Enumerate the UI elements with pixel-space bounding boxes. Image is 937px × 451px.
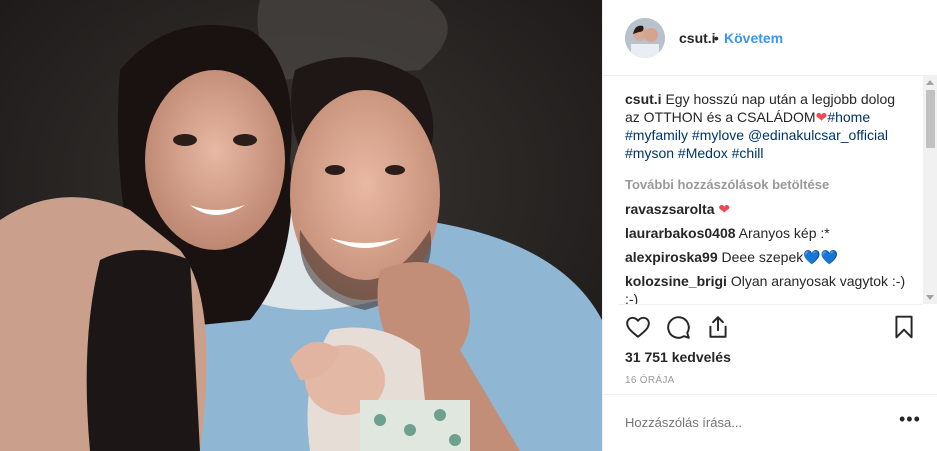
hashtag-medox[interactable]: #Medox <box>678 145 728 161</box>
caption-username[interactable]: csut.i <box>625 91 662 107</box>
load-more-comments-button[interactable]: További hozzászólások betöltése <box>625 176 907 194</box>
comments-scrollbar[interactable] <box>923 76 937 304</box>
comment-text: Aranyos kép :* <box>738 225 830 241</box>
hashtag-myfamily[interactable]: #myfamily <box>625 127 688 143</box>
list-item: laurarbakos0408 Aranyos kép :* <box>625 224 907 242</box>
speech-bubble-icon <box>667 316 690 339</box>
scroll-up-arrow-icon[interactable] <box>926 80 934 85</box>
hashtag-chill[interactable]: #chill <box>732 145 764 161</box>
photo-illustration <box>0 0 602 451</box>
comment-heart-emoji: ❤ <box>718 201 731 217</box>
comment-username[interactable]: laurarbakos0408 <box>625 225 736 241</box>
post-header: csut.i • Követem <box>603 0 937 76</box>
hashtag-mylove[interactable]: #mylove <box>692 127 744 143</box>
mention-edinakulcsar[interactable]: @edinakulcsar_official <box>748 127 888 143</box>
comment-username[interactable]: alexpiroska99 <box>625 249 718 265</box>
comment-input[interactable] <box>625 415 875 430</box>
post-photo[interactable] <box>0 0 602 451</box>
comment-username[interactable]: kolozsine_brigi <box>625 273 727 289</box>
list-item: ravaszsarolta ❤ <box>625 200 907 218</box>
save-button[interactable] <box>891 314 917 340</box>
heart-outline-icon <box>626 316 650 338</box>
hashtag-home[interactable]: #home <box>827 109 870 125</box>
share-upload-icon <box>709 316 727 338</box>
caption-heart-emoji: ❤ <box>815 109 828 125</box>
header-username[interactable]: csut.i <box>679 30 716 46</box>
scroll-down-arrow-icon[interactable] <box>926 295 934 300</box>
comment-username[interactable]: ravaszsarolta <box>625 201 715 217</box>
likes-count[interactable]: 31 751 kedvelés <box>625 349 731 365</box>
comment-text: Deee szepek <box>721 249 804 265</box>
comment-button[interactable] <box>665 314 691 340</box>
more-options-button[interactable]: ••• <box>899 409 921 430</box>
share-button[interactable] <box>705 314 731 340</box>
post-caption: csut.i Egy hosszú nap után a legjobb dol… <box>625 90 907 162</box>
hashtag-myson[interactable]: #myson <box>625 145 674 161</box>
instagram-post-view: csut.i • Követem csut.i Egy hosszú nap u… <box>0 0 937 451</box>
scrollbar-thumb[interactable] <box>926 90 935 148</box>
list-item: alexpiroska99 Deee szepek💙💙 <box>625 248 907 266</box>
avatar-image <box>625 18 665 58</box>
bookmark-icon <box>895 315 913 339</box>
like-button[interactable] <box>625 314 651 340</box>
follow-button[interactable]: Követem <box>724 30 783 46</box>
post-timestamp[interactable]: 16 ÓRÁJA <box>625 375 675 386</box>
divider <box>619 304 922 305</box>
comments-list: csut.i Egy hosszú nap után a legjobb dol… <box>625 90 907 305</box>
list-item: kolozsine_brigi Olyan aranyosak vagytok … <box>625 272 907 305</box>
post-side-panel: csut.i • Követem csut.i Egy hosszú nap u… <box>602 0 937 451</box>
add-comment-section: ••• <box>603 394 937 451</box>
comment-blue-hearts-emoji: 💙💙 <box>803 249 839 265</box>
avatar[interactable] <box>625 18 665 58</box>
header-separator-dot: • <box>714 30 719 46</box>
